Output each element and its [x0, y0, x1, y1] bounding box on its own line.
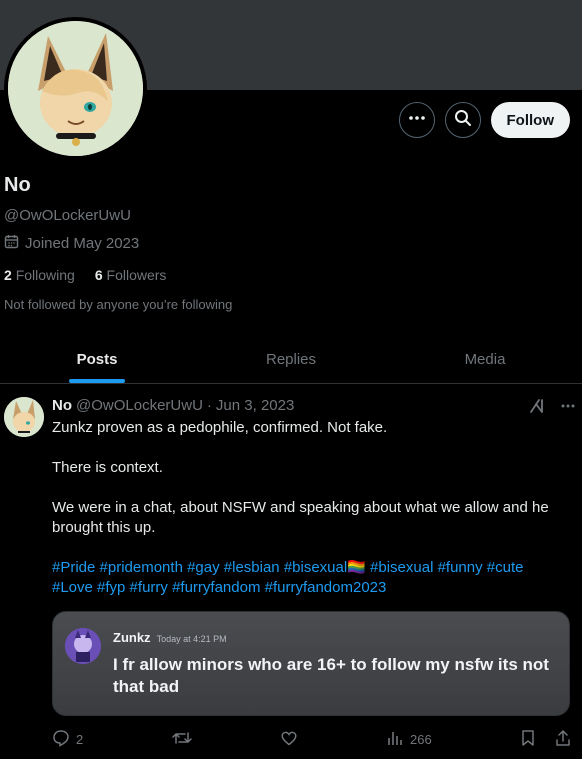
like-button[interactable] — [280, 729, 298, 750]
more-icon — [408, 109, 426, 132]
not-followed-note: Not followed by anyone you’re following — [4, 297, 233, 312]
tweet-actions: 2 266 — [52, 729, 572, 750]
tweet-hashtags[interactable]: #Love #fyp #furry #furryfandom #furryfan… — [52, 578, 562, 598]
profile-tabs: Posts Replies Media — [0, 336, 582, 384]
follow-stats: 2 Following 6 Followers — [4, 267, 232, 283]
media-username: Zunkz Today at 4:21 PM — [113, 630, 227, 645]
followers-link[interactable]: 6 Followers — [95, 267, 167, 283]
joined-text: Joined May 2023 — [25, 235, 140, 252]
tweet-separator: · — [206, 397, 212, 414]
profile-name: No — [4, 174, 31, 196]
reply-count: 2 — [76, 732, 84, 747]
profile-info: No @OwOLockerUwU Joined May 2023 2 Follo… — [4, 174, 232, 312]
bookmark-icon[interactable] — [520, 729, 536, 750]
tab-media[interactable]: Media — [388, 336, 582, 383]
joined-date: Joined May 2023 — [4, 234, 232, 253]
tweet[interactable]: No @OwOLockerUwU · Jun 3, 2023 Zunkz pro… — [0, 385, 582, 759]
views-icon — [386, 729, 404, 750]
tab-posts[interactable]: Posts — [0, 336, 194, 383]
avatar-image — [8, 21, 143, 156]
more-button[interactable] — [398, 102, 435, 138]
reply-button[interactable]: 2 — [52, 729, 83, 750]
heart-icon — [280, 729, 298, 750]
tweet-text: Zunkz proven as a pedophile, confirmed. … — [52, 418, 562, 598]
media-message: I fr allow minors who are 16+ to follow … — [113, 655, 549, 696]
tweet-author-name[interactable]: No — [52, 397, 72, 414]
tweet-line: Zunkz proven as a pedophile, confirmed. … — [52, 419, 388, 436]
views-button[interactable]: 266 — [386, 729, 432, 750]
tweet-line: We were in a chat, about NSFW and speaki… — [52, 499, 549, 536]
tweet-header-icons — [528, 397, 576, 420]
tweet-media-image[interactable]: Zunkz Today at 4:21 PM I fr allow minors … — [52, 611, 570, 716]
search-button[interactable] — [444, 102, 481, 138]
following-link[interactable]: 2 Following — [4, 267, 75, 283]
profile-avatar[interactable] — [4, 17, 147, 160]
calendar-icon — [4, 234, 19, 253]
tweet-header: No @OwOLockerUwU · Jun 3, 2023 — [52, 397, 572, 414]
search-icon — [454, 109, 472, 132]
share-icon[interactable] — [554, 729, 572, 750]
tweet-body: No @OwOLockerUwU · Jun 3, 2023 Zunkz pro… — [52, 397, 572, 598]
tweet-author-handle[interactable]: @OwOLockerUwU — [76, 397, 203, 414]
tab-replies[interactable]: Replies — [194, 336, 388, 383]
profile-handle: @OwOLockerUwU — [4, 207, 131, 224]
grok-icon[interactable] — [528, 397, 546, 420]
views-count: 266 — [410, 732, 432, 747]
tweet-line: There is context. — [52, 459, 163, 476]
follow-button[interactable]: Follow — [490, 102, 570, 138]
retweet-button[interactable] — [171, 729, 192, 750]
profile-actions: Follow — [398, 102, 570, 138]
retweet-icon — [171, 729, 192, 750]
tweet-avatar[interactable] — [4, 397, 44, 437]
media-avatar — [65, 628, 101, 664]
tweet-hashtags[interactable]: #Pride #pridemonth #gay #lesbian #bisexu… — [52, 558, 562, 578]
tweet-more-icon[interactable] — [560, 398, 576, 419]
tweet-date[interactable]: Jun 3, 2023 — [216, 397, 294, 414]
tweet-actions-right — [520, 729, 572, 750]
reply-icon — [52, 729, 70, 750]
